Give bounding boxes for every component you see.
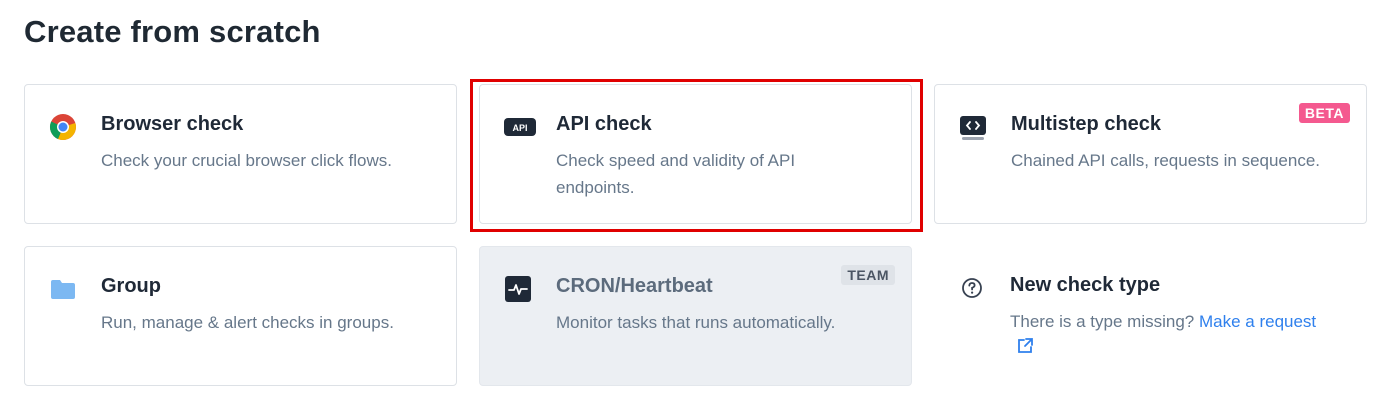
multistep-check-description: Chained API calls, requests in sequence.	[1011, 151, 1321, 170]
group-card[interactable]: Group Run, manage & alert checks in grou…	[24, 246, 457, 386]
new-check-type-title: New check type	[1010, 274, 1161, 296]
cron-heartbeat-title: CRON/Heartbeat	[556, 275, 713, 297]
api-icon: API	[504, 113, 536, 141]
multistep-check-card[interactable]: Multistep check Chained API calls, reque…	[934, 84, 1367, 224]
team-badge: TEAM	[841, 265, 895, 285]
page-title: Create from scratch	[24, 14, 321, 49]
make-a-request-link-text: Make a request	[1198, 312, 1317, 331]
folder-icon	[49, 275, 77, 303]
heartbeat-icon	[504, 275, 532, 303]
chrome-icon	[49, 113, 77, 141]
beta-badge: BETA	[1298, 103, 1350, 123]
new-check-type-card: New check type There is a type missing? …	[934, 246, 1367, 386]
api-icon-label: API	[512, 123, 527, 133]
browser-check-title: Browser check	[101, 113, 244, 135]
browser-check-card[interactable]: Browser check Check your crucial browser…	[24, 84, 457, 224]
multistep-check-title: Multistep check	[1011, 113, 1162, 135]
cron-heartbeat-card: CRON/Heartbeat Monitor tasks that runs a…	[479, 246, 912, 386]
cron-heartbeat-description: Monitor tasks that runs automatically.	[556, 313, 836, 332]
external-link-icon	[1016, 336, 1034, 363]
api-check-description: Check speed and validity of API endpoint…	[556, 151, 796, 197]
question-circle-icon	[958, 274, 986, 302]
group-description: Run, manage & alert checks in groups.	[101, 313, 394, 332]
group-title: Group	[101, 275, 161, 297]
new-check-type-text: There is a type missing?	[1010, 312, 1195, 331]
code-window-icon	[959, 113, 987, 141]
api-check-card[interactable]: API API check Check speed and validity o…	[479, 84, 912, 224]
browser-check-description: Check your crucial browser click flows.	[101, 151, 392, 170]
new-check-type-description: There is a type missing? Make a request	[1010, 308, 1330, 363]
api-check-title: API check	[556, 113, 652, 135]
